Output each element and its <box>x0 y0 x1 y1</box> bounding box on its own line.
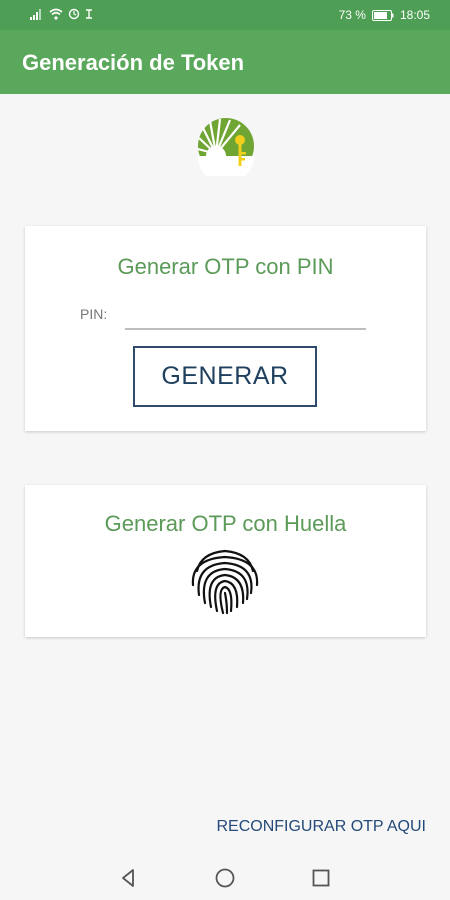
fingerprint-otp-card: Generar OTP con Huella <box>25 485 426 637</box>
back-icon[interactable] <box>118 867 140 889</box>
status-bar: 73 % 18:05 <box>0 0 450 30</box>
home-icon[interactable] <box>214 867 236 889</box>
pin-otp-card: Generar OTP con PIN PIN: GENERAR <box>25 226 426 431</box>
status-icons-right: 73 % 18:05 <box>339 8 430 22</box>
recents-icon[interactable] <box>310 867 332 889</box>
status-time: 18:05 <box>399 8 430 22</box>
fingerprint-card-title: Generar OTP con Huella <box>104 511 347 536</box>
sync-icon <box>68 8 80 20</box>
sun-key-logo-icon <box>197 118 254 176</box>
battery-percent: 73 % <box>338 8 366 22</box>
status-icons-left <box>30 8 93 20</box>
reconfigure-otp-link[interactable]: RECONFIGURAR OTP AQUI <box>216 818 426 836</box>
generate-button[interactable]: GENERAR <box>133 346 317 407</box>
pin-card-title: Generar OTP con PIN <box>117 254 334 279</box>
fingerprint-icon[interactable] <box>187 545 263 615</box>
pin-label: PIN: <box>80 306 108 322</box>
battery-icon <box>371 9 394 21</box>
notification-icon <box>86 9 92 19</box>
signal-icon <box>30 9 41 20</box>
pin-input[interactable] <box>125 302 366 330</box>
nav-bar <box>0 855 450 900</box>
app-bar: Generación de Token <box>0 30 450 94</box>
wifi-icon <box>49 8 63 20</box>
app-title: Generación de Token <box>22 50 245 75</box>
